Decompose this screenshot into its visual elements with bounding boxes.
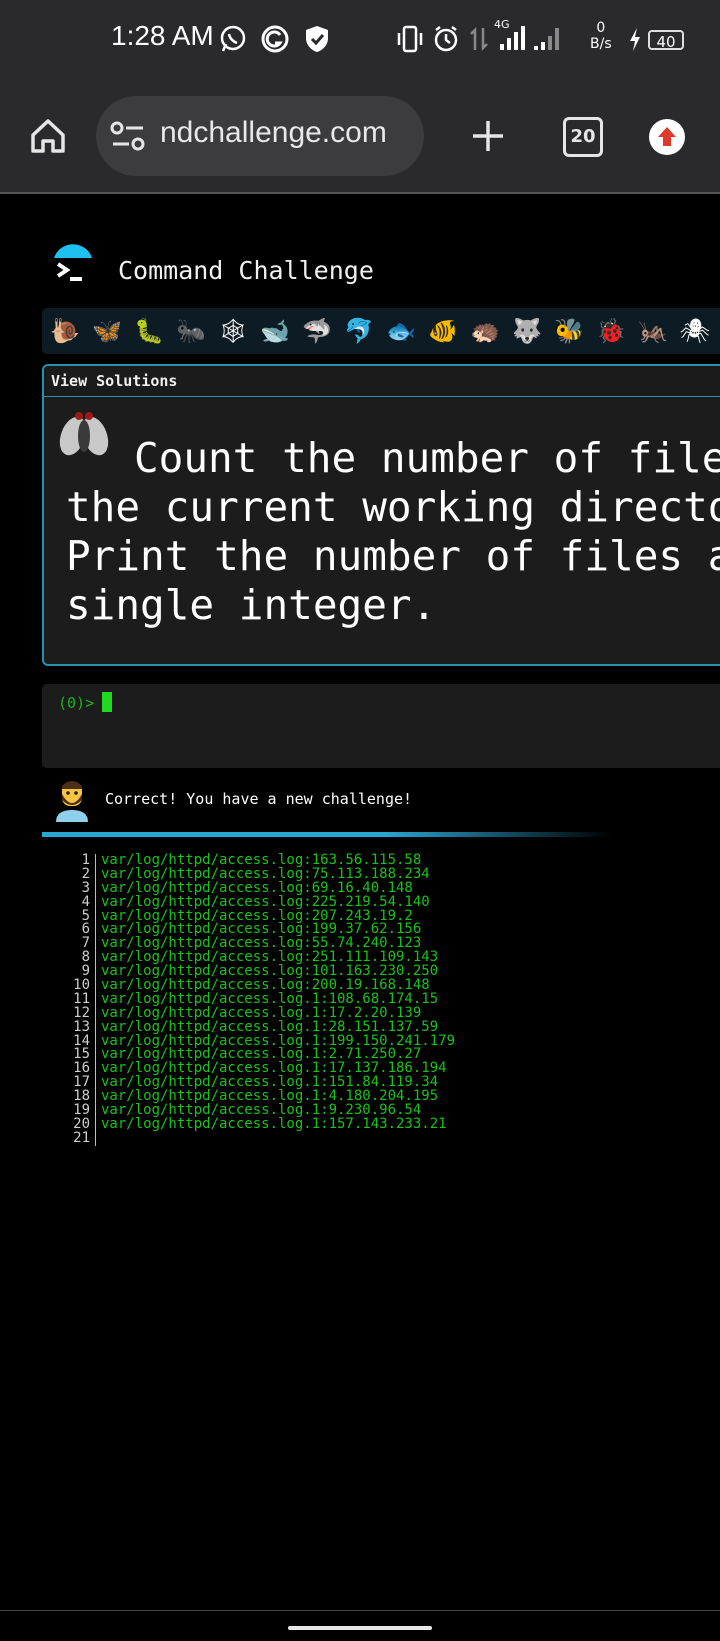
terminal-cursor bbox=[102, 692, 112, 712]
challenge-animal-icon[interactable]: 🐬 bbox=[342, 314, 376, 348]
net-speed: 0 B/s bbox=[590, 20, 612, 52]
data-arrows-icon bbox=[468, 24, 490, 54]
challenge-animal-icon[interactable]: 🕸 bbox=[216, 314, 250, 348]
plus-icon bbox=[473, 121, 503, 151]
feedback-text: Correct! You have a new challenge! bbox=[105, 790, 413, 808]
terminal-input[interactable]: (0)> bbox=[42, 684, 720, 768]
new-tab-button[interactable] bbox=[464, 110, 512, 162]
battery-indicator: 40 bbox=[648, 30, 684, 51]
challenge-animal-icon[interactable]: 🕷 bbox=[678, 314, 712, 348]
output-line: 20 var/log/httpd/access.log.1:157.143.233… bbox=[60, 1115, 455, 1132]
challenge-panel: View Solutions Count the number of files… bbox=[42, 364, 720, 666]
view-solutions-label: View Solutions bbox=[51, 372, 178, 390]
update-arrow-icon bbox=[649, 119, 685, 155]
line-text: var/log/httpd/access.log.1:157.143.233.2… bbox=[101, 1115, 447, 1132]
status-time: 1:28 AM bbox=[111, 20, 214, 51]
vibrate-icon bbox=[396, 24, 424, 54]
network-type: 4G bbox=[494, 18, 510, 31]
challenge-animal-icon[interactable]: 🐜 bbox=[174, 314, 208, 348]
signal-icon: 4G bbox=[494, 18, 528, 50]
view-solutions-tab[interactable]: View Solutions bbox=[44, 366, 720, 397]
challenge-animal-icon[interactable]: 🐛 bbox=[132, 314, 166, 348]
progress-bar bbox=[42, 832, 612, 837]
tab-switcher-button[interactable]: 20 bbox=[560, 114, 606, 160]
charging-icon bbox=[626, 24, 644, 54]
challenge-animal-icon[interactable]: 🐞 bbox=[594, 314, 628, 348]
challenge-animal-icon[interactable]: 🦈 bbox=[300, 314, 334, 348]
home-icon bbox=[31, 119, 65, 153]
bearded-man-avatar-icon bbox=[54, 778, 90, 822]
home-button[interactable] bbox=[24, 112, 72, 160]
challenge-animal-icon[interactable]: 🐋 bbox=[258, 314, 292, 348]
tab-count: 20 bbox=[563, 117, 603, 157]
feedback-message: Correct! You have a new challenge! bbox=[42, 776, 720, 832]
alarm-icon bbox=[432, 24, 460, 54]
challenge-animal-icon[interactable]: 🦋 bbox=[90, 314, 124, 348]
grammarly-icon bbox=[260, 24, 290, 54]
challenge-animal-icon[interactable]: 🐌 bbox=[48, 314, 82, 348]
system-navigation-bar bbox=[0, 1610, 720, 1641]
url-bar[interactable]: ndchallenge.com bbox=[96, 96, 424, 176]
shield-icon bbox=[304, 24, 330, 54]
challenge-text: Count the number of files in the current… bbox=[66, 434, 720, 629]
challenge-animal-icon[interactable]: 🦔 bbox=[468, 314, 502, 348]
gesture-handle[interactable] bbox=[288, 1626, 432, 1630]
site-title[interactable]: Command Challenge bbox=[118, 256, 374, 285]
challenge-animal-icon[interactable]: 🐟 bbox=[384, 314, 418, 348]
browser-toolbar: ndchallenge.com 20 bbox=[0, 82, 720, 194]
whatsapp-icon bbox=[218, 24, 248, 54]
line-text bbox=[96, 1132, 101, 1146]
signal-2-icon bbox=[530, 20, 564, 50]
challenge-animal-strip: 🐌 🦋 🐛 🐜 🕸 🐋 🦈 🐬 🐟 🐠 🦔 🐺 🐝 🐞 🦗 🕷 bbox=[42, 308, 720, 354]
challenge-animal-icon[interactable]: 🦗 bbox=[636, 314, 670, 348]
status-bar: 1:28 AM 4G 0 B/s 40 bbox=[0, 0, 720, 82]
command-output: 1 var/log/httpd/access.log:163.56.115.58 2… bbox=[60, 853, 455, 1146]
line-number: 21 bbox=[73, 1129, 90, 1146]
challenge-animal-icon[interactable]: 🐺 bbox=[510, 314, 544, 348]
site-settings-icon[interactable] bbox=[108, 118, 148, 154]
terminal-prompt: (0)> bbox=[58, 694, 95, 712]
site-logo-icon[interactable] bbox=[50, 244, 96, 290]
challenge-animal-icon[interactable]: 🐝 bbox=[552, 314, 586, 348]
url-text: ndchallenge.com bbox=[160, 116, 387, 149]
challenge-animal-icon[interactable]: 🐠 bbox=[426, 314, 460, 348]
output-line: 21 bbox=[60, 1129, 455, 1146]
update-button[interactable] bbox=[644, 114, 690, 160]
